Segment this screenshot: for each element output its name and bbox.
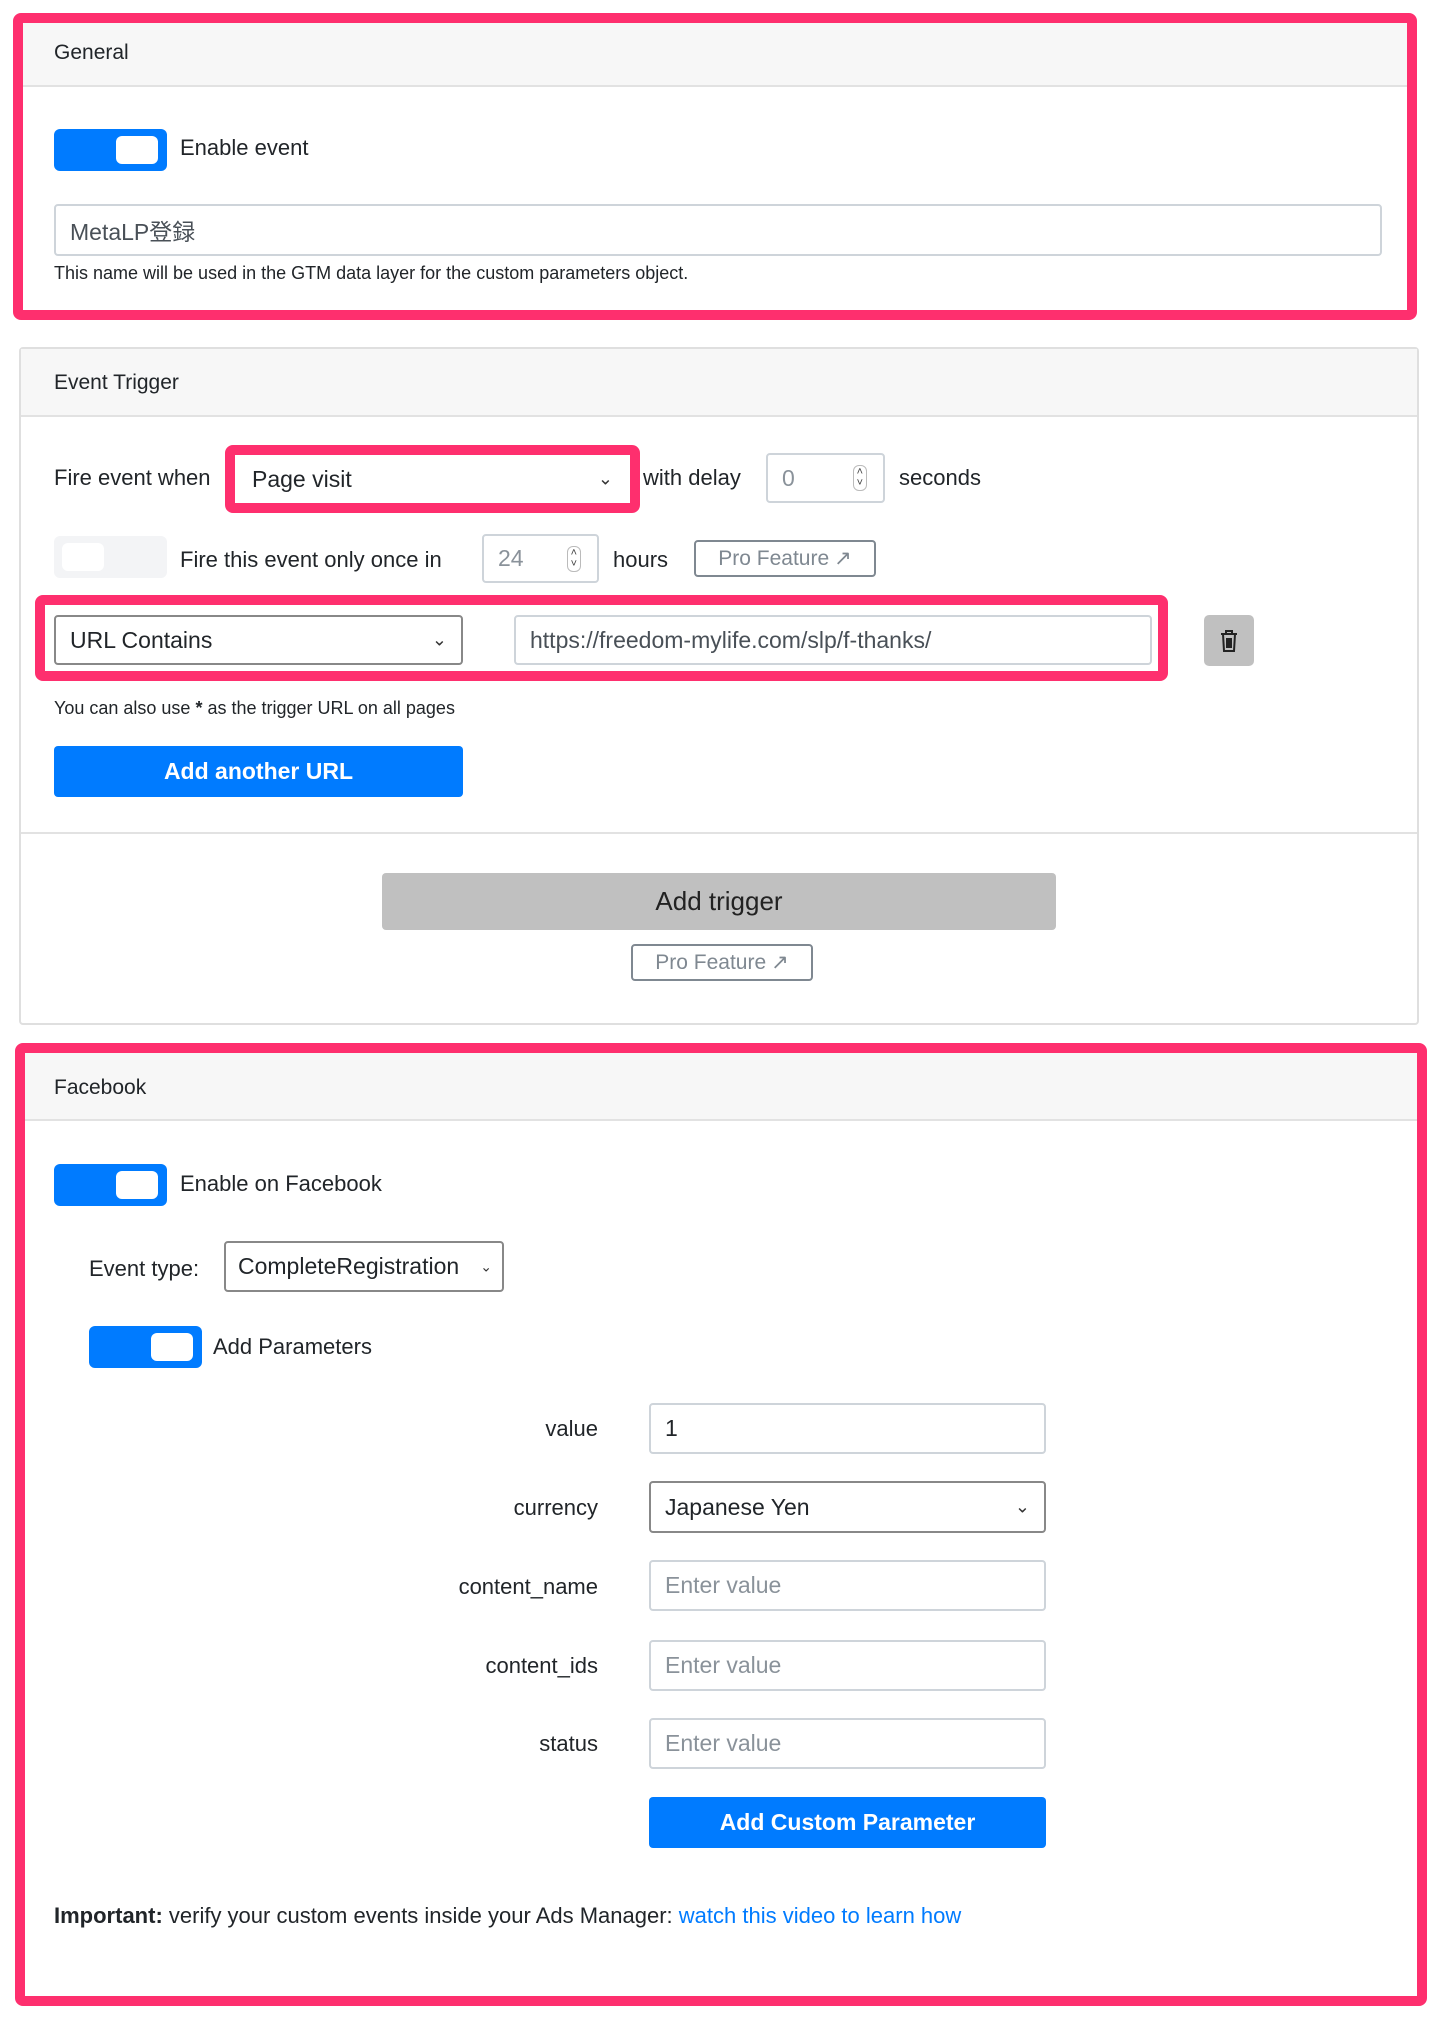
important-text: verify your custom events inside your Ad… <box>162 1903 679 1928</box>
with-delay-label: with delay <box>643 465 741 490</box>
param-label-value: value <box>545 1416 598 1441</box>
fire-when-label: Fire event when <box>54 465 211 490</box>
param-input-status[interactable]: Enter value <box>649 1718 1046 1769</box>
param-select-currency[interactable]: Japanese Yen ⌄ <box>649 1481 1046 1533</box>
watch-video-link[interactable]: watch this video to learn how <box>679 1903 962 1928</box>
spinner-icon[interactable]: ˄ ˅ <box>566 545 581 572</box>
add-custom-parameter-button[interactable]: Add Custom Parameter <box>649 1797 1046 1848</box>
param-value: 1 <box>665 1415 678 1441</box>
enable-facebook-toggle[interactable] <box>54 1164 167 1206</box>
add-trigger-button[interactable]: Add trigger <box>382 873 1056 930</box>
toggle-knob <box>62 543 104 571</box>
external-link-icon: ↗ <box>771 951 789 974</box>
add-another-url-button[interactable]: Add another URL <box>54 746 463 797</box>
event-type-label: Event type: <box>89 1256 200 1281</box>
fire-when-select[interactable]: Page visit ⌄ <box>238 458 627 500</box>
url-help-prefix: You can also use <box>54 698 196 718</box>
url-help: You can also use * as the trigger URL on… <box>54 698 455 719</box>
chevron-down-icon: ⌄ <box>480 1258 492 1274</box>
param-label-content-ids: content_ids <box>485 1653 598 1678</box>
spinner-icon[interactable]: ˄ ˅ <box>852 465 867 491</box>
param-input-value[interactable]: 1 <box>649 1403 1046 1454</box>
delay-input[interactable]: 0 ˄ ˅ <box>766 453 885 503</box>
param-label-content-name: content_name <box>458 1574 598 1599</box>
placeholder: Enter value <box>665 1572 782 1598</box>
placeholder: Enter value <box>665 1652 782 1678</box>
param-label-currency: currency <box>513 1495 598 1520</box>
pro-feature-button[interactable]: Pro Feature ↗ <box>631 944 813 981</box>
event-name-value: MetaLP登録 <box>70 219 196 245</box>
url-help-suffix: as the trigger URL on all pages <box>202 698 455 718</box>
event-trigger-header: Event Trigger <box>21 349 1417 417</box>
toggle-knob <box>116 1171 158 1199</box>
seconds-label: seconds <box>899 465 981 490</box>
add-parameters-label: Add Parameters <box>213 1334 372 1359</box>
once-hours-value: 24 <box>498 545 524 571</box>
param-input-content-name[interactable]: Enter value <box>649 1560 1046 1611</box>
divider <box>21 832 1417 834</box>
once-hours-input[interactable]: 24 ˄ ˅ <box>482 534 599 583</box>
event-name-input[interactable]: MetaLP登録 <box>54 204 1382 256</box>
important-note: Important: verify your custom events ins… <box>54 1903 961 1929</box>
param-label-status: status <box>539 1731 598 1756</box>
chevron-down-icon: ⌄ <box>431 629 447 650</box>
event-type-value: CompleteRegistration <box>238 1253 460 1279</box>
important-bold: Important: <box>54 1903 163 1928</box>
toggle-knob <box>116 136 158 164</box>
pro-feature-button[interactable]: Pro Feature ↗ <box>694 540 876 577</box>
url-value: https://freedom-mylife.com/slp/f-thanks/ <box>530 626 932 653</box>
fire-once-label: Fire this event only once in <box>180 547 442 572</box>
event-trigger-title: Event Trigger <box>54 371 179 394</box>
event-type-select[interactable]: CompleteRegistration ⌄ <box>224 1241 504 1292</box>
url-input[interactable]: https://freedom-mylife.com/slp/f-thanks/ <box>514 615 1152 665</box>
placeholder: Enter value <box>665 1730 782 1756</box>
delay-value: 0 <box>782 464 795 491</box>
external-link-icon: ↗ <box>834 547 852 570</box>
fire-once-toggle[interactable] <box>54 536 167 578</box>
enable-facebook-label: Enable on Facebook <box>180 1171 382 1196</box>
chevron-down-icon: ⌄ <box>1014 1496 1030 1517</box>
pro-feature-label: Pro Feature <box>655 950 767 974</box>
currency-value: Japanese Yen <box>665 1493 810 1520</box>
hours-label: hours <box>613 547 669 572</box>
pro-feature-label: Pro Feature <box>718 546 830 570</box>
fire-when-value: Page visit <box>252 465 352 492</box>
delete-url-button[interactable] <box>1204 615 1254 666</box>
url-condition-select[interactable]: URL Contains ⌄ <box>54 615 463 665</box>
toggle-knob <box>151 1333 193 1361</box>
url-condition-value: URL Contains <box>70 626 213 653</box>
trash-icon <box>1221 629 1237 652</box>
chevron-down-icon: ⌄ <box>597 468 613 489</box>
enable-event-toggle[interactable] <box>54 129 167 171</box>
add-parameters-toggle[interactable] <box>89 1326 202 1368</box>
enable-event-label: Enable event <box>180 135 309 160</box>
event-name-help: This name will be used in the GTM data l… <box>54 263 689 283</box>
param-input-content-ids[interactable]: Enter value <box>649 1640 1046 1691</box>
